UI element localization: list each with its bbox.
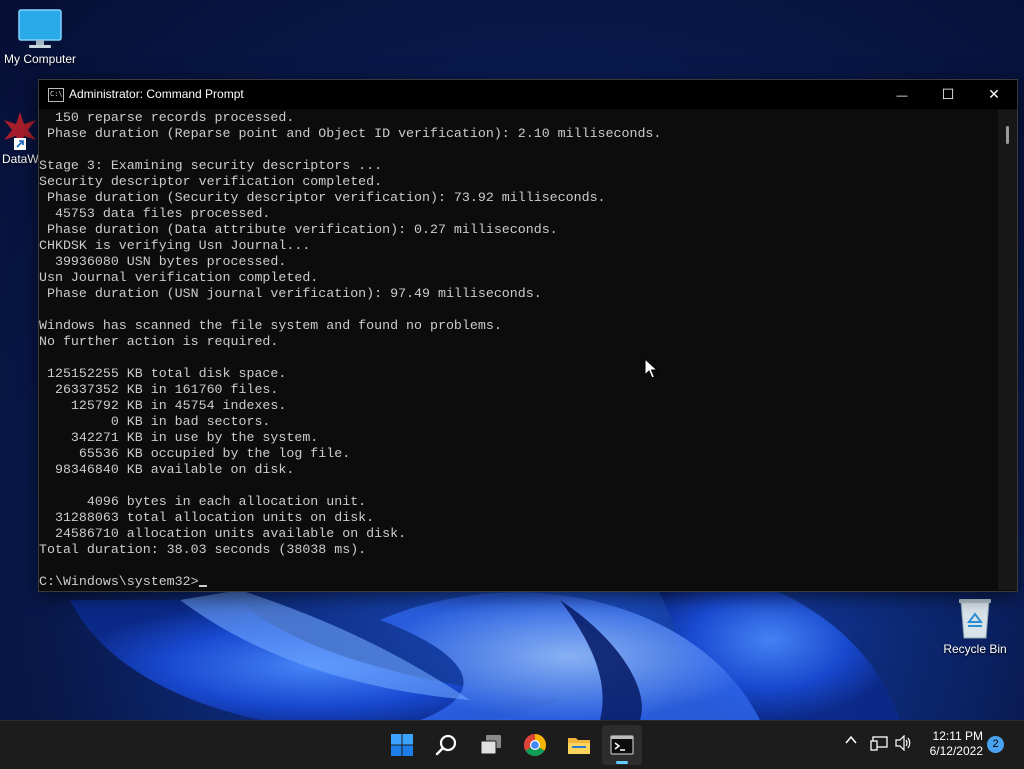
text-cursor: [198, 585, 207, 587]
window-titlebar[interactable]: C:\ Administrator: Command Prompt — ☐ ✕: [39, 80, 1017, 109]
active-app-indicator: [616, 761, 628, 764]
scrollbar-thumb[interactable]: [1006, 126, 1009, 144]
search-icon: [435, 734, 457, 756]
console-line: Usn Journal verification completed.: [39, 270, 319, 285]
minimize-icon: —: [896, 90, 908, 102]
desktop-icon-my-computer[interactable]: My Computer: [2, 8, 78, 66]
task-view-button[interactable]: [471, 725, 511, 765]
network-icon: [870, 736, 888, 751]
desktop-icon-label: Recycle Bin: [943, 642, 1007, 656]
desktop-icon-label: DataW: [2, 152, 39, 166]
console-line: Phase duration (USN journal verification…: [39, 286, 542, 301]
clock-time: 12:11 PM: [932, 729, 983, 743]
console-prompt: C:\Windows\system32>: [39, 574, 199, 589]
console-line: Stage 3: Examining security descriptors …: [39, 158, 383, 173]
console-line: 65536 KB occupied by the log file.: [39, 446, 351, 461]
clock-button[interactable]: 12:11 PM 6/12/2022: [915, 729, 983, 759]
search-button[interactable]: [427, 725, 467, 765]
console-line: 125792 KB in 45754 indexes.: [39, 398, 287, 413]
command-prompt-taskbar-button[interactable]: [602, 725, 642, 765]
network-button[interactable]: [870, 735, 888, 756]
volume-button[interactable]: [895, 734, 913, 756]
window-title: Administrator: Command Prompt: [69, 87, 244, 101]
console-line: 4096 bytes in each allocation unit.: [39, 494, 367, 509]
console-line: Security descriptor verification complet…: [39, 174, 383, 189]
command-prompt-window[interactable]: C:\ Administrator: Command Prompt — ☐ ✕ …: [38, 79, 1018, 592]
console-line: 125152255 KB total disk space.: [39, 366, 287, 381]
maximize-button[interactable]: ☐: [925, 80, 971, 109]
console-line: Phase duration (Security descriptor veri…: [39, 190, 606, 205]
monitor-icon: [18, 9, 62, 48]
chrome-icon: [524, 734, 546, 756]
console-line: 39936080 USN bytes processed.: [39, 254, 287, 269]
file-explorer-icon: [568, 738, 590, 754]
desktop-icon-recycle-bin[interactable]: Recycle Bin: [940, 596, 1010, 656]
console-output[interactable]: 150 reparse records processed. Phase dur…: [39, 110, 997, 590]
start-button[interactable]: [382, 725, 422, 765]
close-icon: ✕: [988, 86, 1000, 102]
chevron-up-icon: [845, 735, 857, 744]
close-button[interactable]: ✕: [971, 80, 1017, 109]
console-line: 98346840 KB available on disk.: [39, 462, 295, 477]
notification-badge[interactable]: 2: [987, 736, 1004, 753]
file-explorer-button[interactable]: [559, 725, 599, 765]
command-prompt-icon: C:\: [48, 88, 64, 102]
clock-date: 6/12/2022: [929, 744, 983, 758]
mouse-pointer-icon: [644, 358, 658, 379]
desktop: My Computer DataW Recycle Bin C:\ Admini…: [0, 0, 1024, 720]
taskbar: [0, 720, 1024, 769]
console-line: 45753 data files processed.: [39, 206, 271, 221]
console-line: Phase duration (Data attribute verificat…: [39, 222, 558, 237]
console-line: Phase duration (Reparse point and Object…: [39, 126, 662, 141]
console-line: 150 reparse records processed.: [39, 110, 295, 125]
window-icon-label: C:\: [50, 90, 63, 98]
app-shortcut-icon: [4, 112, 36, 150]
maximize-icon: ☐: [941, 86, 955, 102]
console-line: Total duration: 38.03 seconds (38038 ms)…: [39, 542, 367, 557]
console-line: 342271 KB in use by the system.: [39, 430, 319, 445]
console-line: CHKDSK is verifying Usn Journal...: [39, 238, 311, 253]
show-hidden-icons-button[interactable]: [844, 733, 858, 752]
vertical-scrollbar[interactable]: [998, 110, 1017, 590]
desktop-icon-dataw[interactable]: DataW: [2, 110, 42, 166]
desktop-icon-label: My Computer: [3, 52, 77, 66]
minimize-button[interactable]: —: [879, 80, 925, 109]
console-line: 24586710 allocation units available on d…: [39, 526, 407, 541]
console-line: Windows has scanned the file system and …: [39, 318, 502, 333]
console-line: 26337352 KB in 161760 files.: [39, 382, 279, 397]
start-icon: [391, 734, 413, 756]
console-prompt-line[interactable]: C:\Windows\system32>: [39, 574, 997, 590]
recycle-bin-icon: [959, 599, 991, 639]
chrome-button[interactable]: [515, 725, 555, 765]
command-prompt-icon: [610, 735, 634, 755]
volume-icon: [895, 734, 911, 752]
console-line: 31288063 total allocation units on disk.: [39, 510, 375, 525]
console-line: 0 KB in bad sectors.: [39, 414, 271, 429]
console-line: No further action is required.: [39, 334, 279, 349]
task-view-icon: [480, 735, 501, 755]
